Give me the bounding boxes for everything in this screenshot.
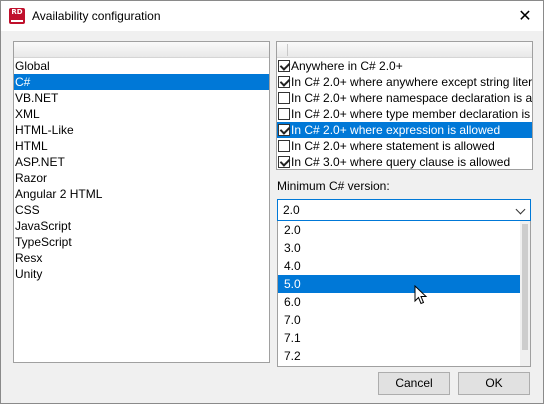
context-row[interactable]: In C# 2.0+ where statement is allowed bbox=[277, 138, 532, 154]
language-list: Global C# VB.NET XML HTML-Like HTML ASP.NET Raz… bbox=[13, 41, 270, 363]
app-icon-text: RD bbox=[11, 8, 23, 16]
language-item[interactable]: HTML bbox=[14, 138, 269, 154]
context-label: In C# 2.0+ where expression is allowed bbox=[291, 123, 501, 137]
cancel-button[interactable]: Cancel bbox=[378, 372, 450, 395]
version-option[interactable]: 6.0 bbox=[278, 293, 530, 311]
context-label: In C# 2.0+ where statement is allowed bbox=[291, 139, 495, 153]
context-checkbox[interactable] bbox=[278, 140, 290, 152]
context-checkbox[interactable] bbox=[278, 92, 290, 104]
version-options: 2.0 3.0 4.0 5.0 6.0 7.0 7.1 7.2 bbox=[278, 221, 530, 365]
language-list-header bbox=[14, 42, 269, 58]
window-title: Availability configuration bbox=[32, 9, 161, 23]
language-item[interactable]: TypeScript bbox=[14, 234, 269, 250]
dropdown-scrollbar[interactable] bbox=[520, 221, 530, 366]
rider-app-icon: RD bbox=[9, 8, 25, 24]
min-version-value: 2.0 bbox=[283, 203, 300, 217]
context-label: In C# 2.0+ where type member declaration… bbox=[291, 107, 532, 121]
min-version-combo[interactable]: 2.0 bbox=[277, 199, 531, 221]
version-option[interactable]: 7.0 bbox=[278, 311, 530, 329]
context-label: In C# 2.0+ where anywhere except string … bbox=[291, 75, 532, 89]
version-option[interactable]: 3.0 bbox=[278, 239, 530, 257]
context-label: In C# 3.0+ where query clause is allowed bbox=[291, 155, 511, 169]
scrollbar-thumb[interactable] bbox=[522, 224, 528, 350]
language-item[interactable]: CSS bbox=[14, 202, 269, 218]
context-checkbox[interactable] bbox=[278, 124, 290, 136]
language-item[interactable]: Global bbox=[14, 58, 269, 74]
language-item[interactable]: HTML-Like bbox=[14, 122, 269, 138]
version-option[interactable]: 2.0 bbox=[278, 221, 530, 239]
context-row[interactable]: In C# 3.0+ where query clause is allowed bbox=[277, 154, 532, 169]
language-item[interactable]: Resx bbox=[14, 250, 269, 266]
context-row[interactable]: In C# 2.0+ where namespace declaration i… bbox=[277, 90, 532, 106]
language-item[interactable]: ASP.NET bbox=[14, 154, 269, 170]
context-row[interactable]: In C# 2.0+ where type member declaration… bbox=[277, 106, 532, 122]
version-option[interactable]: 4.0 bbox=[278, 257, 530, 275]
context-label: Anywhere in C# 2.0+ bbox=[291, 59, 403, 73]
version-option[interactable]: 7.1 bbox=[278, 329, 530, 347]
context-row[interactable]: In C# 2.0+ where expression is allowed bbox=[277, 122, 532, 138]
version-option[interactable]: 7.2 bbox=[278, 347, 530, 365]
version-option[interactable]: 5.0 bbox=[278, 275, 530, 293]
context-checkbox[interactable] bbox=[278, 108, 290, 120]
context-items: Anywhere in C# 2.0+ In C# 2.0+ where anyw… bbox=[277, 58, 532, 169]
context-row[interactable]: In C# 2.0+ where anywhere except string … bbox=[277, 74, 532, 90]
mouse-cursor-icon bbox=[414, 285, 428, 305]
language-item[interactable]: VB.NET bbox=[14, 90, 269, 106]
context-checkbox[interactable] bbox=[278, 76, 290, 88]
close-icon[interactable]: ✕ bbox=[509, 1, 541, 31]
context-checkbox[interactable] bbox=[278, 60, 290, 72]
context-row[interactable]: Anywhere in C# 2.0+ bbox=[277, 58, 532, 74]
chevron-down-icon[interactable] bbox=[515, 204, 526, 215]
context-list: Anywhere in C# 2.0+ In C# 2.0+ where anyw… bbox=[276, 41, 533, 170]
context-label: In C# 2.0+ where namespace declaration i… bbox=[291, 91, 532, 105]
language-item[interactable]: Razor bbox=[14, 170, 269, 186]
language-items: Global C# VB.NET XML HTML-Like HTML ASP.NET Raz… bbox=[14, 58, 269, 282]
context-checkbox[interactable] bbox=[278, 156, 290, 168]
language-item[interactable]: XML bbox=[14, 106, 269, 122]
context-list-header bbox=[277, 42, 532, 58]
language-item[interactable]: Unity bbox=[14, 266, 269, 282]
ok-button[interactable]: OK bbox=[458, 372, 530, 395]
min-version-dropdown: 2.0 3.0 4.0 5.0 6.0 7.0 7.1 7.2 bbox=[277, 221, 531, 367]
language-item[interactable]: C# bbox=[14, 74, 269, 90]
language-item[interactable]: Angular 2 HTML bbox=[14, 186, 269, 202]
title-bar: RD Availability configuration ✕ bbox=[1, 1, 543, 31]
availability-dialog: RD Availability configuration ✕ Global C#… bbox=[0, 0, 544, 404]
language-item[interactable]: JavaScript bbox=[14, 218, 269, 234]
min-version-label: Minimum C# version: bbox=[277, 179, 390, 193]
